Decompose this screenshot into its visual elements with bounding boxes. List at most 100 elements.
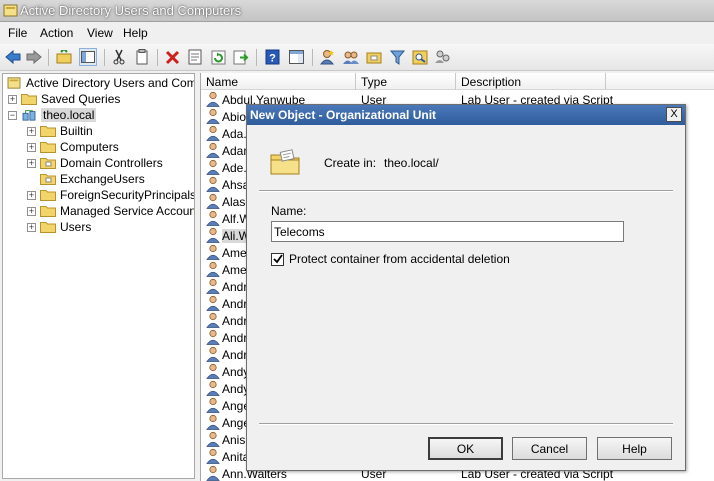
user-icon [206, 125, 220, 141]
toolbar: ? [0, 44, 714, 71]
checkmark-icon [272, 254, 283, 264]
user-icon [206, 448, 220, 464]
column-header-name[interactable]: Name [206, 75, 238, 89]
help-button[interactable]: Help [597, 437, 672, 460]
add-to-group-icon[interactable] [434, 48, 452, 66]
tree-item-domain-controllers[interactable]: + Domain Controllers [27, 155, 163, 171]
refresh-icon[interactable] [209, 48, 227, 66]
organizational-unit-icon [270, 149, 300, 175]
tree-label-domain-controllers: Domain Controllers [60, 156, 163, 170]
properties-icon[interactable] [186, 48, 204, 66]
user-icon [206, 397, 220, 413]
forward-arrow-icon[interactable] [25, 48, 43, 66]
show-console-tree-icon[interactable] [79, 48, 97, 66]
user-icon [206, 465, 220, 481]
name-label: Name: [271, 204, 307, 218]
copy-icon[interactable] [133, 48, 151, 66]
close-button[interactable]: X [666, 107, 682, 122]
list-item-name: Andr [222, 331, 248, 345]
delete-icon[interactable] [163, 48, 181, 66]
expand-icon[interactable]: + [27, 142, 36, 152]
svg-text:?: ? [269, 53, 276, 65]
expand-icon[interactable]: + [8, 94, 17, 104]
tree-label-exchangeusers: ExchangeUsers [60, 172, 145, 186]
new-group-icon[interactable] [342, 48, 360, 66]
user-icon [206, 346, 220, 362]
find-icon[interactable] [411, 48, 429, 66]
expand-icon[interactable]: + [27, 158, 36, 168]
folder-icon [40, 222, 56, 233]
cancel-button[interactable]: Cancel [512, 437, 587, 460]
separator [259, 423, 673, 425]
up-folder-icon[interactable] [55, 48, 73, 66]
new-ou-icon[interactable] [365, 48, 383, 66]
new-ou-dialog: New Object - Organizational Unit X Creat… [246, 104, 686, 471]
action-pane-icon[interactable] [287, 48, 305, 66]
back-arrow-icon[interactable] [4, 48, 22, 66]
tree-item-users[interactable]: + Users [27, 219, 91, 235]
user-icon [206, 329, 220, 345]
expand-icon[interactable]: + [27, 206, 36, 216]
help-icon[interactable]: ? [263, 48, 281, 66]
column-header-description[interactable]: Description [461, 75, 521, 89]
user-icon [206, 278, 220, 294]
menu-view[interactable]: View [87, 26, 113, 40]
ad-users-computers-icon [7, 77, 21, 89]
expand-icon[interactable]: + [27, 190, 36, 200]
ok-button[interactable]: OK [428, 437, 503, 460]
tree-item-exchangeusers[interactable]: ExchangeUsers [40, 171, 145, 187]
list-header: Name Type Description [201, 73, 714, 90]
list-item-name: Andr [222, 348, 248, 362]
ou-folder-icon [40, 158, 56, 169]
collapse-icon[interactable]: − [8, 110, 17, 120]
filter-icon[interactable] [388, 48, 406, 66]
protect-deletion-row: Protect container from accidental deleti… [271, 252, 510, 266]
separator [259, 190, 673, 192]
folder-icon [40, 206, 56, 217]
tree-label-saved-queries: Saved Queries [41, 92, 121, 106]
tree-item-domain[interactable]: − theo.local [8, 107, 97, 123]
expand-icon[interactable]: + [27, 222, 36, 232]
list-item-name: Ade. [222, 161, 247, 175]
cut-icon[interactable] [110, 48, 128, 66]
menu-action[interactable]: Action [40, 26, 73, 40]
menu-help[interactable]: Help [123, 26, 148, 40]
export-list-icon[interactable] [232, 48, 250, 66]
tree-item-foreign-security-principals[interactable]: + ForeignSecurityPrincipals [27, 187, 194, 203]
tree-root[interactable]: Active Directory Users and Comput [6, 75, 195, 91]
folder-icon [21, 94, 37, 105]
tree-label-managed-service-accounts: Managed Service Accounts [60, 204, 195, 218]
user-icon [206, 176, 220, 192]
tree-item-saved-queries[interactable]: + Saved Queries [8, 91, 120, 107]
list-item-name: Andr [222, 297, 248, 311]
user-icon [206, 363, 220, 379]
window-title: Active Directory Users and Computers [20, 3, 242, 18]
column-header-type[interactable]: Type [361, 75, 387, 89]
console-tree: Active Directory Users and Comput + Save… [2, 73, 195, 479]
tree-label-domain: theo.local [41, 108, 97, 122]
dialog-title-bar: New Object - Organizational Unit X [247, 105, 685, 125]
user-icon [206, 414, 220, 430]
user-icon [206, 261, 220, 277]
user-icon [206, 142, 220, 158]
new-user-icon[interactable] [318, 48, 336, 66]
tree-item-builtin[interactable]: + Builtin [27, 123, 93, 139]
tree-item-managed-service-accounts[interactable]: + Managed Service Accounts [27, 203, 195, 219]
tree-item-computers[interactable]: + Computers [27, 139, 119, 155]
user-icon [206, 380, 220, 396]
list-item-name: Andr [222, 314, 248, 328]
protect-deletion-checkbox[interactable] [271, 252, 284, 266]
user-icon [206, 108, 220, 124]
name-input[interactable] [271, 221, 624, 242]
tree-root-label: Active Directory Users and Comput [26, 76, 195, 90]
expand-icon[interactable]: + [27, 126, 36, 136]
user-icon [206, 431, 220, 447]
user-icon [206, 193, 220, 209]
list-item-name: Ada. [222, 127, 247, 141]
user-icon [206, 159, 220, 175]
protect-deletion-label[interactable]: Protect container from accidental deleti… [289, 252, 510, 266]
user-icon [206, 227, 220, 243]
menu-file[interactable]: File [8, 26, 27, 40]
user-icon [206, 91, 220, 107]
folder-icon [40, 142, 56, 153]
